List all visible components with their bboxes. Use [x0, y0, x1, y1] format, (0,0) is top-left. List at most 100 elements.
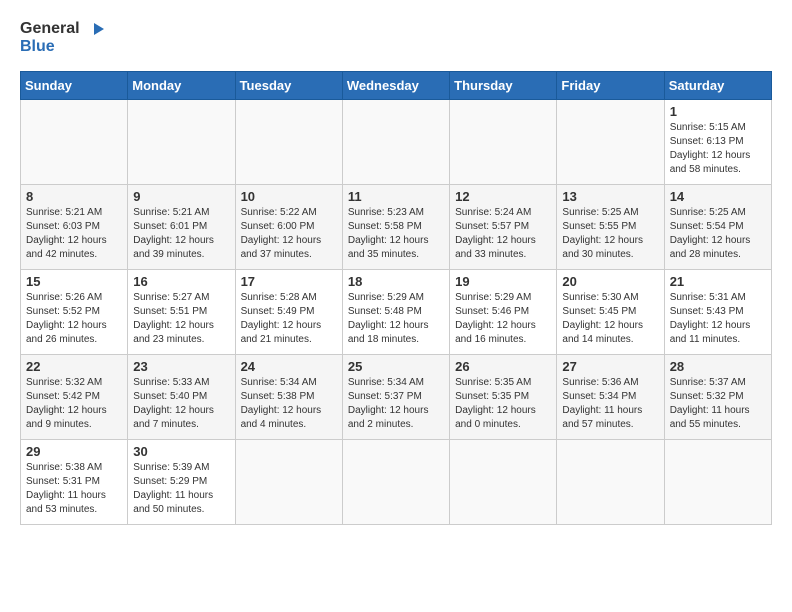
cell-details: Sunrise: 5:25 AMSunset: 5:54 PMDaylight:…	[670, 207, 751, 260]
calendar-cell: 15 Sunrise: 5:26 AMSunset: 5:52 PMDaylig…	[21, 270, 128, 355]
cell-details: Sunrise: 5:23 AMSunset: 5:58 PMDaylight:…	[348, 207, 429, 260]
day-number: 30	[133, 444, 229, 459]
cell-details: Sunrise: 5:34 AMSunset: 5:37 PMDaylight:…	[348, 377, 429, 430]
day-header-saturday: Saturday	[664, 72, 771, 100]
cell-details: Sunrise: 5:31 AMSunset: 5:43 PMDaylight:…	[670, 292, 751, 345]
day-number: 13	[562, 189, 658, 204]
day-number: 16	[133, 274, 229, 289]
cell-details: Sunrise: 5:27 AMSunset: 5:51 PMDaylight:…	[133, 292, 214, 345]
cell-details: Sunrise: 5:36 AMSunset: 5:34 PMDaylight:…	[562, 377, 642, 430]
day-number: 23	[133, 359, 229, 374]
cell-details: Sunrise: 5:28 AMSunset: 5:49 PMDaylight:…	[241, 292, 322, 345]
day-header-sunday: Sunday	[21, 72, 128, 100]
calendar-cell	[557, 440, 664, 525]
day-header-friday: Friday	[557, 72, 664, 100]
cell-details: Sunrise: 5:15 AMSunset: 6:13 PMDaylight:…	[670, 122, 751, 175]
day-header-thursday: Thursday	[450, 72, 557, 100]
calendar-cell: 23 Sunrise: 5:33 AMSunset: 5:40 PMDaylig…	[128, 355, 235, 440]
day-header-monday: Monday	[128, 72, 235, 100]
day-header-tuesday: Tuesday	[235, 72, 342, 100]
day-header-wednesday: Wednesday	[342, 72, 449, 100]
logo-text: General Blue	[20, 20, 104, 55]
calendar-cell: 11 Sunrise: 5:23 AMSunset: 5:58 PMDaylig…	[342, 185, 449, 270]
day-number: 24	[241, 359, 337, 374]
calendar-cell	[342, 440, 449, 525]
calendar-cell: 28 Sunrise: 5:37 AMSunset: 5:32 PMDaylig…	[664, 355, 771, 440]
calendar-cell	[128, 100, 235, 185]
cell-details: Sunrise: 5:26 AMSunset: 5:52 PMDaylight:…	[26, 292, 107, 345]
cell-details: Sunrise: 5:21 AMSunset: 6:01 PMDaylight:…	[133, 207, 214, 260]
cell-details: Sunrise: 5:34 AMSunset: 5:38 PMDaylight:…	[241, 377, 322, 430]
calendar-cell: 21 Sunrise: 5:31 AMSunset: 5:43 PMDaylig…	[664, 270, 771, 355]
cell-details: Sunrise: 5:32 AMSunset: 5:42 PMDaylight:…	[26, 377, 107, 430]
cell-details: Sunrise: 5:38 AMSunset: 5:31 PMDaylight:…	[26, 462, 106, 515]
day-number: 12	[455, 189, 551, 204]
cell-details: Sunrise: 5:33 AMSunset: 5:40 PMDaylight:…	[133, 377, 214, 430]
calendar-cell: 1 Sunrise: 5:15 AMSunset: 6:13 PMDayligh…	[664, 100, 771, 185]
calendar-cell: 19 Sunrise: 5:29 AMSunset: 5:46 PMDaylig…	[450, 270, 557, 355]
day-number: 29	[26, 444, 122, 459]
calendar-cell: 30 Sunrise: 5:39 AMSunset: 5:29 PMDaylig…	[128, 440, 235, 525]
cell-details: Sunrise: 5:29 AMSunset: 5:46 PMDaylight:…	[455, 292, 536, 345]
cell-details: Sunrise: 5:25 AMSunset: 5:55 PMDaylight:…	[562, 207, 643, 260]
calendar-cell: 27 Sunrise: 5:36 AMSunset: 5:34 PMDaylig…	[557, 355, 664, 440]
calendar-week-row: 1 Sunrise: 5:15 AMSunset: 6:13 PMDayligh…	[21, 100, 772, 185]
day-number: 8	[26, 189, 122, 204]
calendar-cell: 8 Sunrise: 5:21 AMSunset: 6:03 PMDayligh…	[21, 185, 128, 270]
calendar-cell: 14 Sunrise: 5:25 AMSunset: 5:54 PMDaylig…	[664, 185, 771, 270]
day-number: 17	[241, 274, 337, 289]
calendar-body: 1 Sunrise: 5:15 AMSunset: 6:13 PMDayligh…	[21, 100, 772, 525]
day-number: 27	[562, 359, 658, 374]
day-number: 14	[670, 189, 766, 204]
cell-details: Sunrise: 5:35 AMSunset: 5:35 PMDaylight:…	[455, 377, 536, 430]
day-number: 11	[348, 189, 444, 204]
calendar-cell	[450, 100, 557, 185]
day-number: 20	[562, 274, 658, 289]
calendar-cell	[342, 100, 449, 185]
day-number: 18	[348, 274, 444, 289]
calendar-week-row: 22 Sunrise: 5:32 AMSunset: 5:42 PMDaylig…	[21, 355, 772, 440]
calendar-cell: 12 Sunrise: 5:24 AMSunset: 5:57 PMDaylig…	[450, 185, 557, 270]
calendar-cell: 10 Sunrise: 5:22 AMSunset: 6:00 PMDaylig…	[235, 185, 342, 270]
calendar-table: SundayMondayTuesdayWednesdayThursdayFrid…	[20, 71, 772, 525]
logo: General Blue	[20, 20, 104, 55]
day-number: 22	[26, 359, 122, 374]
calendar-cell	[235, 440, 342, 525]
calendar-cell	[557, 100, 664, 185]
calendar-cell: 26 Sunrise: 5:35 AMSunset: 5:35 PMDaylig…	[450, 355, 557, 440]
calendar-cell	[21, 100, 128, 185]
calendar-cell: 24 Sunrise: 5:34 AMSunset: 5:38 PMDaylig…	[235, 355, 342, 440]
calendar-cell: 16 Sunrise: 5:27 AMSunset: 5:51 PMDaylig…	[128, 270, 235, 355]
calendar-cell: 29 Sunrise: 5:38 AMSunset: 5:31 PMDaylig…	[21, 440, 128, 525]
logo-bird-icon	[84, 21, 104, 37]
day-number: 21	[670, 274, 766, 289]
cell-details: Sunrise: 5:37 AMSunset: 5:32 PMDaylight:…	[670, 377, 750, 430]
calendar-cell: 22 Sunrise: 5:32 AMSunset: 5:42 PMDaylig…	[21, 355, 128, 440]
page-header: General Blue	[20, 20, 772, 55]
day-number: 9	[133, 189, 229, 204]
cell-details: Sunrise: 5:39 AMSunset: 5:29 PMDaylight:…	[133, 462, 213, 515]
calendar-week-row: 29 Sunrise: 5:38 AMSunset: 5:31 PMDaylig…	[21, 440, 772, 525]
calendar-cell: 20 Sunrise: 5:30 AMSunset: 5:45 PMDaylig…	[557, 270, 664, 355]
calendar-cell	[235, 100, 342, 185]
day-number: 10	[241, 189, 337, 204]
day-number: 26	[455, 359, 551, 374]
cell-details: Sunrise: 5:22 AMSunset: 6:00 PMDaylight:…	[241, 207, 322, 260]
calendar-cell	[664, 440, 771, 525]
cell-details: Sunrise: 5:24 AMSunset: 5:57 PMDaylight:…	[455, 207, 536, 260]
day-number: 15	[26, 274, 122, 289]
day-number: 28	[670, 359, 766, 374]
calendar-week-row: 15 Sunrise: 5:26 AMSunset: 5:52 PMDaylig…	[21, 270, 772, 355]
calendar-cell: 17 Sunrise: 5:28 AMSunset: 5:49 PMDaylig…	[235, 270, 342, 355]
day-number: 1	[670, 104, 766, 119]
calendar-cell	[450, 440, 557, 525]
calendar-cell: 9 Sunrise: 5:21 AMSunset: 6:01 PMDayligh…	[128, 185, 235, 270]
calendar-week-row: 8 Sunrise: 5:21 AMSunset: 6:03 PMDayligh…	[21, 185, 772, 270]
cell-details: Sunrise: 5:21 AMSunset: 6:03 PMDaylight:…	[26, 207, 107, 260]
cell-details: Sunrise: 5:30 AMSunset: 5:45 PMDaylight:…	[562, 292, 643, 345]
cell-details: Sunrise: 5:29 AMSunset: 5:48 PMDaylight:…	[348, 292, 429, 345]
calendar-cell: 18 Sunrise: 5:29 AMSunset: 5:48 PMDaylig…	[342, 270, 449, 355]
day-number: 19	[455, 274, 551, 289]
calendar-cell: 13 Sunrise: 5:25 AMSunset: 5:55 PMDaylig…	[557, 185, 664, 270]
day-number: 25	[348, 359, 444, 374]
